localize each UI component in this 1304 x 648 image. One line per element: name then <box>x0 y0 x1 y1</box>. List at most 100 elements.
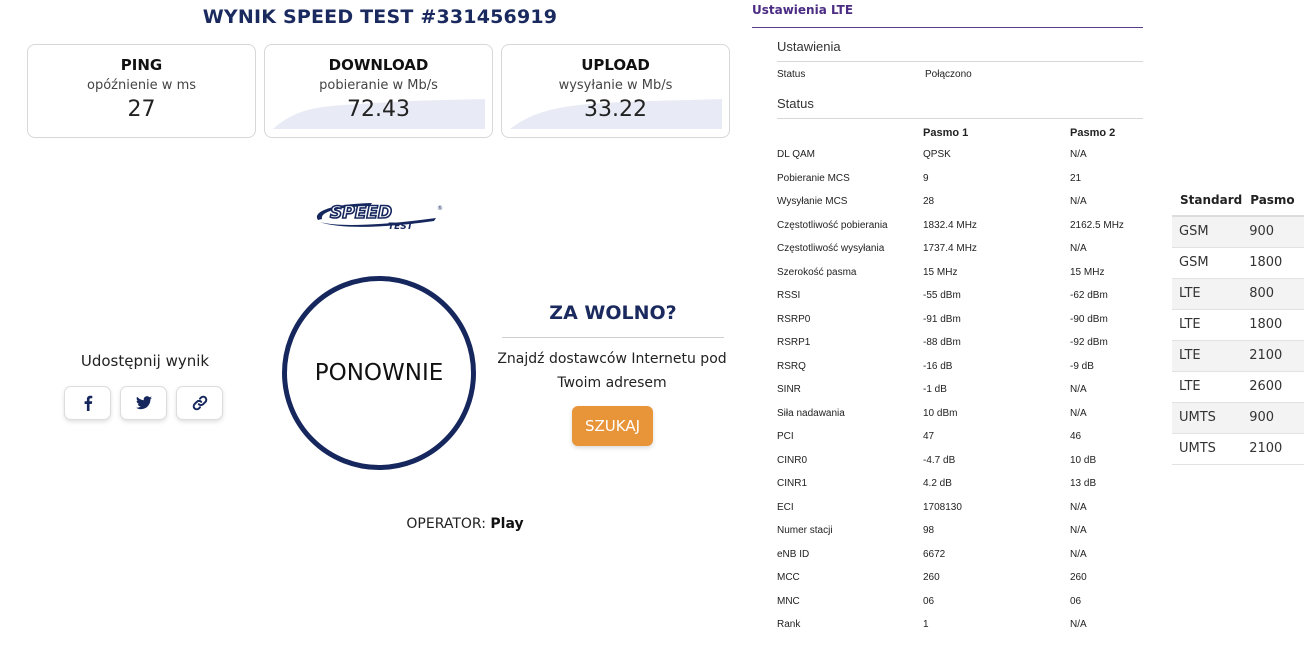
operator-info: OPERATOR: Play <box>330 516 600 532</box>
table-row: MCC 260 260 <box>777 566 1146 590</box>
upload-card: UPLOAD wysyłanie w Mb/s 33.22 <box>501 44 730 138</box>
download-subtitle: pobieranie w Mb/s <box>319 78 438 93</box>
standard-cell: LTE <box>1172 340 1243 372</box>
standard-cell: UMTS <box>1172 433 1243 465</box>
upload-subtitle: wysyłanie w Mb/s <box>558 78 673 93</box>
table-row: Pobieranie MCS 9 21 <box>777 167 1146 191</box>
table-row: Rank 1 N/A <box>777 613 1146 637</box>
standards-header: Standard Pasmo <box>1172 185 1304 217</box>
ping-card: PING opóźnienie w ms 27 <box>27 44 256 138</box>
band2-value: N/A <box>1070 501 1087 513</box>
lte-col-band2: Pasmo 2 <box>1070 126 1116 139</box>
band-column-header: Pasmo <box>1242 185 1304 217</box>
band2-value: -90 dBm <box>1070 313 1108 325</box>
table-row: LTE 800 <box>1172 278 1304 310</box>
band1-value: 06 <box>923 595 935 607</box>
lte-col-param <box>777 122 923 143</box>
search-providers-button[interactable]: SZUKAJ <box>572 406 653 446</box>
run-again-button[interactable]: PONOWNIE <box>282 276 476 470</box>
table-row: RSRP0 -91 dBm -90 dBm <box>777 308 1146 332</box>
table-row: Częstotliwość wysyłania 1737.4 MHz N/A <box>777 237 1146 261</box>
band-cell: 900 <box>1242 402 1304 434</box>
run-again-label: PONOWNIE <box>314 360 444 386</box>
param-name: Częstotliwość wysyłania <box>777 243 885 255</box>
param-name: Pobieranie MCS <box>777 172 850 184</box>
status-section-title: Status <box>777 95 1143 119</box>
table-row: Siła nadawania 10 dBm N/A <box>777 402 1146 426</box>
table-row: Szerokość pasma 15 MHz 15 MHz <box>777 261 1146 285</box>
band1-value: -16 dB <box>923 360 953 372</box>
table-row: RSRQ -16 dB -9 dB <box>777 355 1146 379</box>
lte-table-header: Pasmo 1 Pasmo 2 <box>777 122 1146 143</box>
lte-status-table: Pasmo 1 Pasmo 2 DL QAM QPSK N/A Pobieranie… <box>777 122 1146 637</box>
table-row: LTE 1800 <box>1172 309 1304 341</box>
param-name: Numer stacji <box>777 525 833 537</box>
band1-value: 10 dBm <box>923 407 958 419</box>
status-value: Połączono <box>925 69 972 80</box>
band1-value: 260 <box>923 572 940 584</box>
param-name: Rank <box>777 619 801 631</box>
band2-value: 46 <box>1070 431 1082 443</box>
band2-value: -9 dB <box>1070 360 1094 372</box>
table-row: eNB ID 6672 N/A <box>777 543 1146 567</box>
band1-value: 15 MHz <box>923 266 958 278</box>
standards-table: Standard Pasmo GSM 900 GSM 1800 LTE 800 LTE… <box>1172 185 1304 465</box>
param-name: Częstotliwość pobierania <box>777 219 888 231</box>
band2-value: N/A <box>1070 243 1087 255</box>
table-row: LTE 2100 <box>1172 340 1304 372</box>
table-row: Częstotliwość pobierania 1832.4 MHz 2162.5… <box>777 214 1146 238</box>
table-row: SINR -1 dB N/A <box>777 378 1146 402</box>
standard-cell: GSM <box>1172 216 1243 248</box>
band-cell: 900 <box>1242 216 1304 248</box>
svg-text:SPEED: SPEED <box>330 203 392 223</box>
band2-value: N/A <box>1070 407 1087 419</box>
download-value: 72.43 <box>347 97 410 122</box>
table-row: CINR1 4.2 dB 13 dB <box>777 472 1146 496</box>
too-slow-text: Znajdź dostawców Internetu pod Twoim adr… <box>497 351 727 391</box>
standard-cell: GSM <box>1172 247 1243 279</box>
param-name: Szerokość pasma <box>777 266 857 278</box>
param-name: RSRP0 <box>777 313 811 325</box>
ping-value: 27 <box>127 97 156 122</box>
lte-col-band1: Pasmo 1 <box>923 126 969 139</box>
lte-settings-header: Ustawienia LTE <box>752 2 1143 28</box>
band1-value: -88 dBm <box>923 337 961 349</box>
standard-cell: LTE <box>1172 371 1243 403</box>
result-title: WYNIK SPEED TEST #331456919 <box>202 6 558 28</box>
param-name: RSSI <box>777 290 801 302</box>
band1-value: -1 dB <box>923 384 947 396</box>
upload-value: 33.22 <box>584 97 647 122</box>
table-row: LTE 2600 <box>1172 371 1304 403</box>
operator-value: Play <box>490 516 524 532</box>
copy-link-button[interactable] <box>176 386 223 420</box>
table-row: DL QAM QPSK N/A <box>777 143 1146 167</box>
band1-value: 4.2 dB <box>923 478 952 490</box>
param-name: Wysyłanie MCS <box>777 196 848 208</box>
band-cell: 2100 <box>1242 433 1304 465</box>
table-row: MNC 06 06 <box>777 590 1146 614</box>
table-row: CINR0 -4.7 dB 10 dB <box>777 449 1146 473</box>
too-slow-divider <box>502 337 724 338</box>
band2-value: 21 <box>1070 172 1082 184</box>
param-name: DL QAM <box>777 149 815 161</box>
too-slow-title: ZA WOLNO? <box>549 302 677 324</box>
share-facebook-button[interactable] <box>64 386 111 420</box>
band-cell: 2100 <box>1242 340 1304 372</box>
download-card: DOWNLOAD pobieranie w Mb/s 72.43 <box>264 44 493 138</box>
share-twitter-button[interactable] <box>120 386 167 420</box>
band1-value: QPSK <box>923 149 951 161</box>
param-name: Siła nadawania <box>777 407 845 419</box>
table-row: PCI 47 46 <box>777 425 1146 449</box>
band2-value: -92 dBm <box>1070 337 1108 349</box>
band1-value: 28 <box>923 196 935 208</box>
band1-value: 1832.4 MHz <box>923 219 977 231</box>
standard-cell: UMTS <box>1172 402 1243 434</box>
status-label: Status <box>777 69 806 80</box>
band1-value: 1 <box>923 619 929 631</box>
svg-text:TEST: TEST <box>388 222 414 232</box>
standard-cell: LTE <box>1172 309 1243 341</box>
band2-value: N/A <box>1070 619 1087 631</box>
upload-title: UPLOAD <box>581 56 650 74</box>
band1-value: -4.7 dB <box>923 454 956 466</box>
band1-value: 1708130 <box>923 501 962 513</box>
